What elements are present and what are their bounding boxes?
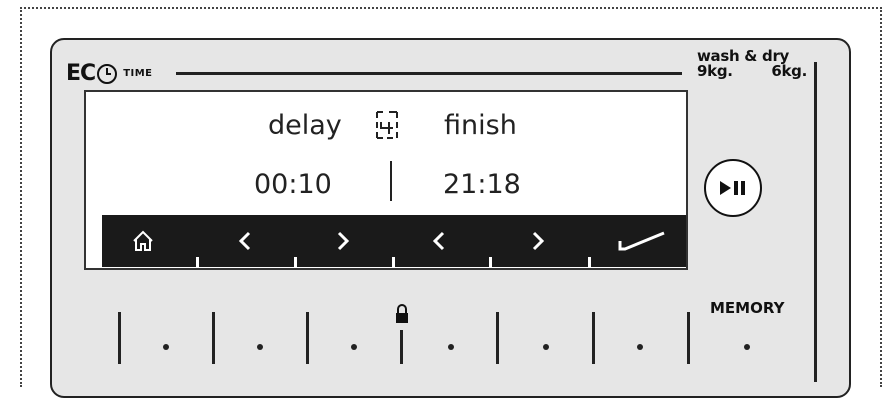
memory-label: MEMORY bbox=[710, 299, 785, 317]
brand-logo-text: EC bbox=[66, 61, 96, 86]
chevron-left-icon bbox=[432, 231, 445, 251]
brand-time-label: TIME bbox=[123, 68, 153, 79]
nav-left-button-2[interactable] bbox=[404, 215, 474, 267]
eco-time-logo: EC TIME bbox=[66, 62, 153, 86]
nav-separator bbox=[392, 257, 395, 267]
play-pause-button[interactable] bbox=[704, 159, 762, 217]
finish-label: finish bbox=[444, 110, 517, 141]
selector-bar-lock[interactable] bbox=[400, 330, 403, 364]
memory-button-dot[interactable] bbox=[744, 344, 750, 350]
selector-dot[interactable] bbox=[163, 344, 169, 350]
nav-home-button[interactable] bbox=[108, 215, 178, 267]
chevron-left-icon bbox=[238, 231, 251, 251]
capacity-dry: 6kg. bbox=[771, 62, 807, 80]
selector-dot[interactable] bbox=[351, 344, 357, 350]
selector-bar[interactable] bbox=[496, 312, 499, 364]
check-icon bbox=[618, 231, 665, 251]
play-pause-icon bbox=[720, 181, 745, 195]
delay-label: delay bbox=[268, 110, 342, 141]
nav-confirm-button[interactable] bbox=[602, 215, 682, 267]
capacity-label: wash & dry 9kg. 6kg. bbox=[697, 49, 807, 79]
clock-icon bbox=[97, 64, 118, 84]
capacity-wash: 9kg. bbox=[697, 62, 733, 80]
selector-bar[interactable] bbox=[212, 312, 215, 364]
selector-bar[interactable] bbox=[306, 312, 309, 364]
nav-left-button[interactable] bbox=[210, 215, 280, 267]
selector-bar[interactable] bbox=[592, 312, 595, 364]
lock-icon bbox=[396, 304, 408, 323]
header-divider bbox=[176, 72, 682, 75]
nav-separator bbox=[294, 257, 297, 267]
chevron-right-icon bbox=[337, 231, 350, 251]
selector-dot[interactable] bbox=[448, 344, 454, 350]
nav-separator bbox=[489, 257, 492, 267]
selector-bar[interactable] bbox=[118, 312, 121, 364]
value-divider bbox=[390, 161, 392, 201]
chevron-right-icon bbox=[532, 231, 545, 251]
finish-value: 21:18 bbox=[443, 169, 521, 200]
delay-value: 00:10 bbox=[254, 169, 332, 200]
nav-right-button[interactable] bbox=[308, 215, 378, 267]
calendar-icon bbox=[376, 111, 398, 139]
selector-dot[interactable] bbox=[257, 344, 263, 350]
selector-bar[interactable] bbox=[687, 312, 690, 364]
nav-right-button-2[interactable] bbox=[503, 215, 573, 267]
nav-separator bbox=[588, 257, 591, 267]
right-edge-bar bbox=[814, 62, 817, 382]
nav-separator bbox=[196, 257, 199, 267]
selector-dot[interactable] bbox=[543, 344, 549, 350]
selector-dot[interactable] bbox=[637, 344, 643, 350]
home-icon bbox=[133, 230, 153, 251]
